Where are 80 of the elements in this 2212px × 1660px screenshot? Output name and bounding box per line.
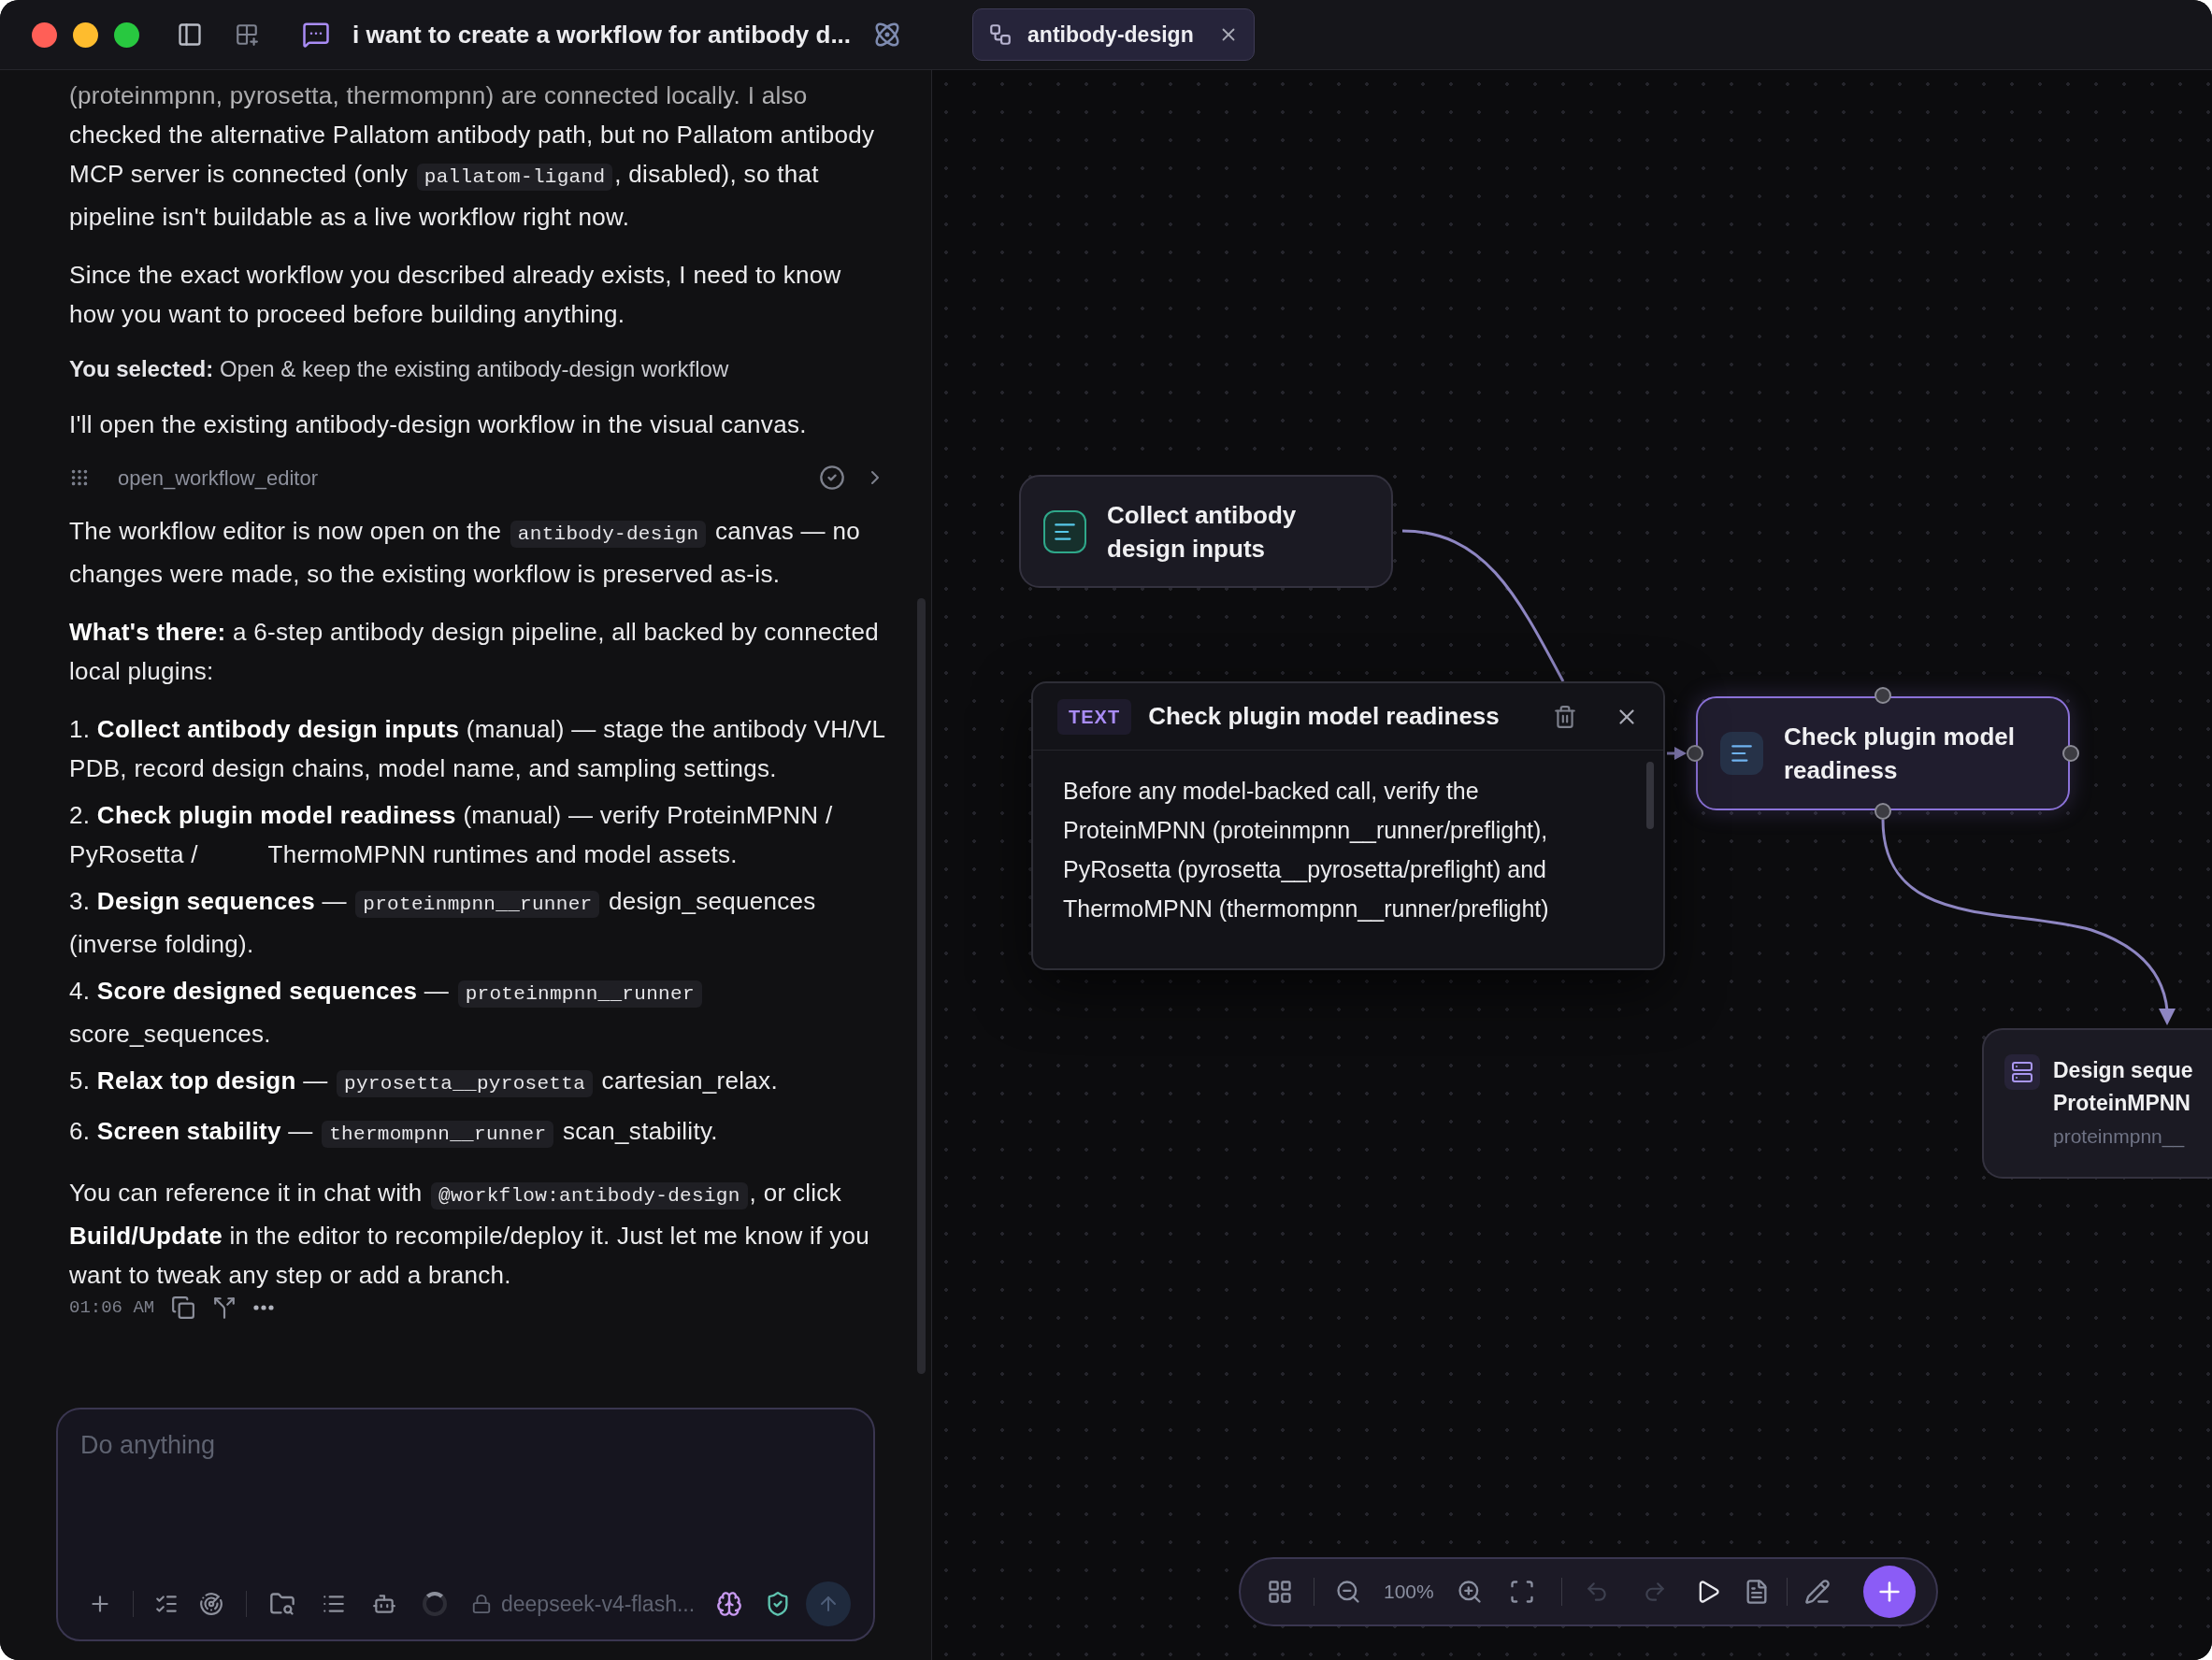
selection-summary: You selected: Open & keep the existing antibody-design workflow xyxy=(69,355,730,383)
list-item: 1. Collect antibody design inputs (manual) — stage the antibody VH/VL PDB, record design chains, model name, and sampling settings. xyxy=(69,714,886,784)
list-item: 2. Check plugin model readiness (manual) — verify ProteinMPNN / PyRosetta / ThermoMPNN runtimes and model assets. xyxy=(69,800,834,870)
sidebar-toggle-button[interactable] xyxy=(177,21,203,48)
workflow-tab[interactable]: antibody-design xyxy=(972,8,1255,61)
brain-icon xyxy=(716,1591,742,1617)
add-widget-button[interactable] xyxy=(235,22,259,47)
list-item: 3. Design sequences — proteinmpnn__runner design_sequences (inverse folding). xyxy=(69,886,817,960)
lock-icon xyxy=(471,1594,492,1614)
node-title: Collect antibody design inputs xyxy=(1107,499,1298,565)
ellipsis-icon xyxy=(253,1305,275,1311)
zoom-level: 100% xyxy=(1384,1580,1434,1605)
copy-icon xyxy=(171,1295,196,1321)
connection-handle[interactable] xyxy=(1874,687,1891,704)
minimize-window-button[interactable] xyxy=(73,21,98,48)
radar-button[interactable] xyxy=(199,1592,223,1616)
connection-handle[interactable] xyxy=(1687,745,1703,762)
node-subtitle: ProteinMPNN xyxy=(2053,1090,2191,1117)
list-item: 4. Score designed sequences — proteinmpnn__runner score_sequences. xyxy=(69,971,886,1053)
popup-title: Check plugin model readiness xyxy=(1148,701,1500,732)
zoom-out-button[interactable] xyxy=(1335,1579,1361,1605)
workflow-node[interactable]: Check plugin model readiness xyxy=(1696,696,2070,810)
list-item: 5. Relax top design — pyrosetta__pyrosetta cartesian_relax. xyxy=(69,1061,886,1104)
type-badge: TEXT xyxy=(1057,698,1132,735)
close-window-button[interactable] xyxy=(32,21,57,48)
grid-plus-icon xyxy=(235,22,259,47)
copy-button[interactable] xyxy=(171,1295,196,1321)
message-time: 01:06 AM xyxy=(69,1296,155,1320)
connection-handle[interactable] xyxy=(2062,745,2079,762)
grid-icon xyxy=(1267,1579,1293,1605)
scrollbar-thumb[interactable] xyxy=(1646,762,1654,829)
brain-button[interactable] xyxy=(716,1591,742,1617)
chat-title[interactable]: i want to create a workflow for antibody d... xyxy=(352,16,852,53)
scrollbar-thumb[interactable] xyxy=(917,598,926,1374)
maximize-window-button[interactable] xyxy=(114,21,139,48)
delete-button[interactable] xyxy=(1553,704,1577,729)
fit-view-button[interactable] xyxy=(1508,1579,1535,1605)
radar-icon xyxy=(199,1592,223,1616)
branch-icon xyxy=(212,1295,237,1321)
message-paragraph: What's there: a 6-step antibody design pipeline, all backed by connected local plugins: xyxy=(69,617,881,687)
message-paragraph: I'll open the existing antibody-design workflow in the visual canvas. xyxy=(69,409,808,440)
node-detail: proteinmpnn__ xyxy=(2053,1124,2186,1150)
node-title: Check plugin model readiness xyxy=(1784,722,2017,786)
server-icon xyxy=(2004,1054,2040,1090)
send-button[interactable] xyxy=(806,1581,851,1626)
spinner-icon xyxy=(423,1592,447,1616)
zoom-in-button[interactable] xyxy=(1456,1579,1483,1605)
trash-icon xyxy=(1553,704,1577,729)
fit-view-icon xyxy=(1508,1579,1535,1605)
text-lines-icon xyxy=(1720,732,1763,775)
text-lines-icon xyxy=(1043,509,1086,553)
message-paragraph: The workflow editor is now open on the antibody-design canvas — no changes were made, so the existing workflow is preserved as-is. xyxy=(69,516,861,590)
message-paragraph: (proteinmpnn, pyrosetta, thermompnn) are connected locally. I also checked the alternative Pallatom antibody path, but no Pallatom antibody MCP server is connected (only pallatom-ligand , disabled), so that pipeline isn't buildable as a live workflow right now. xyxy=(69,80,876,233)
workflow-icon xyxy=(988,22,1013,47)
bot-button[interactable] xyxy=(372,1592,396,1616)
folder-search-button[interactable] xyxy=(269,1591,295,1617)
popup-body: Before any model-backed call, verify the ProteinMPNN (proteinmpnn__runner/preflight), PyRosetta (pyrosetta__pyrosetta/preflight) and ThermoMPNN (thermompnn__runner/preflight) xyxy=(1062,777,1550,923)
workflow-node[interactable]: Collect antibody design inputs xyxy=(1019,475,1393,588)
node-title: Design seque xyxy=(2053,1057,2193,1084)
grip-icon xyxy=(69,467,90,488)
sidebar-icon xyxy=(177,21,203,48)
workflow-node[interactable]: Design seque ProteinMPNN proteinmpnn__ xyxy=(1982,1028,2212,1179)
pencil-icon xyxy=(1803,1579,1831,1605)
grid-button[interactable] xyxy=(1267,1579,1293,1605)
zoom-out-icon xyxy=(1335,1579,1361,1605)
add-node-button[interactable] xyxy=(1863,1566,1916,1618)
connection-handle[interactable] xyxy=(1874,803,1891,820)
robot-icon xyxy=(372,1592,396,1616)
zoom-in-icon xyxy=(1456,1579,1483,1605)
tool-call-name: open_workflow_editor xyxy=(118,465,319,492)
message-input[interactable]: Do anything xyxy=(80,1426,851,1465)
list-item: 6. Screen stability — thermompnn__runner scan_stability. xyxy=(69,1111,886,1154)
edge-arrow xyxy=(1667,747,1687,760)
message-paragraph: You can reference it in chat with @workflow:antibody-design , or click Build/Update in the editor to recompile/deploy it. Just let me know if you want to tweak any step or add a branch. xyxy=(69,1178,870,1291)
folder-search-icon xyxy=(269,1591,295,1617)
edit-button[interactable] xyxy=(1803,1579,1831,1605)
message-paragraph: Since the exact workflow you described already exists, I need to know how you want to proceed before building anything. xyxy=(69,260,842,330)
branch-button[interactable] xyxy=(212,1295,237,1321)
chat-icon xyxy=(302,21,330,49)
tab-label: antibody-design xyxy=(1027,21,1194,49)
